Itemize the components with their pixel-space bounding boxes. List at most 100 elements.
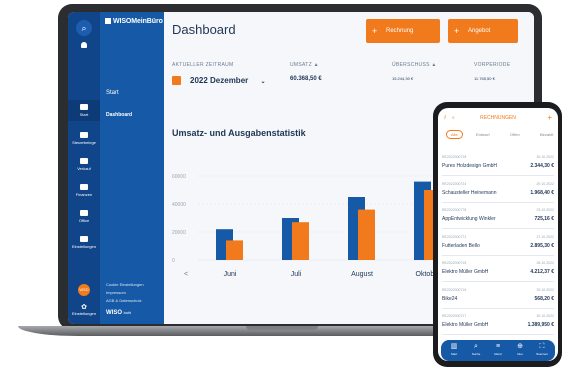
- invoice-row[interactable]: RE2022000715 Elektro Müller GmbH 28.10.202…: [442, 258, 554, 282]
- customer-name: Elektro Müller GmbH: [442, 322, 489, 328]
- y-tick-label: 0: [172, 258, 175, 264]
- y-tick-label: 20000: [172, 230, 186, 236]
- customer-name: Futterladen Bello: [442, 242, 480, 249]
- customer-name: Bike24: [442, 295, 458, 302]
- invoice-amount: 2.344,30 €: [530, 163, 554, 169]
- umsatz-label: UMSATZ ▲: [290, 62, 319, 68]
- new-invoice-button[interactable]: + Rechnung: [366, 19, 440, 43]
- search-icon[interactable]: ⌕: [76, 20, 92, 36]
- customer-name: Pures Holzdesign GmbH: [442, 163, 498, 169]
- invoice-number: RE2022000717: [442, 314, 467, 318]
- nav-neu[interactable]: ⊕ Neu: [511, 342, 529, 356]
- customer-name: Elektro Müller GmbH: [442, 269, 489, 275]
- brand-logo: WISO buhl: [106, 310, 132, 316]
- nav-scannen[interactable]: ⛶ Scannen: [533, 342, 551, 356]
- invoice-date: 27.10.2022: [536, 234, 554, 239]
- page-title: Dashboard: [172, 22, 236, 37]
- document-icon: [80, 158, 88, 164]
- invoice-number: RE2022000778: [442, 208, 467, 212]
- invoice-date: 29.10.2022: [536, 287, 554, 292]
- invoice-amount: 4.212,37 €: [530, 269, 554, 275]
- briefcase-icon: [80, 210, 88, 216]
- invoice-amount: 1.389,950 €: [527, 322, 554, 328]
- invoice-number: RE2022000718: [442, 155, 467, 159]
- tab-entwurf[interactable]: Entwurf: [476, 132, 490, 137]
- gear-icon: ✿: [81, 304, 87, 311]
- nav-start[interactable]: ▥ Start: [445, 342, 463, 356]
- app-logo[interactable]: WISOMeinBüro: [105, 18, 163, 25]
- phone-tabs: Alle Entwurf Offen Bezahlt: [438, 130, 558, 144]
- invoice-date: 29.10.2022: [536, 181, 554, 186]
- invoice-row[interactable]: RE2022000778 AppEntwicklung Winkler 23.10.…: [442, 205, 554, 229]
- invoice-row[interactable]: RE2022000716 Bike24 29.10.2022 568,20 €: [442, 285, 554, 309]
- agb-link[interactable]: AGB & Datenschutz: [106, 298, 142, 303]
- filter-icon[interactable]: ⫽: [444, 108, 446, 128]
- bar: [226, 240, 243, 260]
- tab-alle[interactable]: Alle: [446, 130, 463, 139]
- invoice-row[interactable]: RE2022000724 Schausteller Heinemann 29.10.…: [442, 179, 554, 203]
- rail-settings[interactable]: ✿ Einstellungen: [68, 304, 100, 316]
- rail-item-verkauf[interactable]: Verkauf: [68, 158, 100, 171]
- tab-offen[interactable]: Offen: [510, 132, 520, 137]
- scan-icon: ⛶: [539, 343, 545, 350]
- add-icon[interactable]: +: [547, 108, 552, 128]
- invoice-number: RE2022000715: [442, 261, 467, 265]
- bar: [358, 209, 375, 260]
- impressum-link[interactable]: Impressum: [106, 290, 126, 295]
- plus-circle-icon: ⊕: [517, 343, 523, 350]
- invoice-amount: 568,20 €: [534, 295, 554, 302]
- x-tick-label: Juni: [224, 271, 237, 278]
- bell-icon[interactable]: [68, 42, 100, 50]
- rail-item-office[interactable]: Office: [68, 210, 100, 223]
- sub-sidebar: WISOMeinBüro Start Dashboard Cookie Eins…: [100, 12, 164, 324]
- umsatz-value: 60.368,50 €: [290, 76, 322, 82]
- invoice-row[interactable]: RE2022000718 Pures Holzdesign GmbH 30.10.2…: [442, 152, 554, 176]
- y-tick-label: 60000: [172, 174, 186, 180]
- bar: [292, 222, 309, 260]
- invoice-number: RE2022000724: [442, 181, 467, 186]
- invoice-number: RE2022000771: [442, 234, 467, 239]
- phone-screen: ⫽ ⌕ RECHNUNGEN + Alle Entwurf Offen Beza…: [438, 108, 558, 361]
- customer-name: AppEntwicklung Winkler: [442, 216, 496, 222]
- invoice-amount: 1.968,40 €: [530, 189, 554, 196]
- cookie-link[interactable]: Cookie Einstellungen: [106, 282, 144, 287]
- period-label: AKTUELLER ZEITRAUM: [172, 62, 234, 68]
- prev-arrow-icon[interactable]: <: [184, 271, 188, 278]
- icon-rail: ⌕ Start Steuerbelege Verkauf Finanzen Of…: [68, 12, 100, 324]
- nav-menu[interactable]: ≡ Menü: [489, 342, 507, 356]
- vorperiode-label: VORPERIODE: [474, 62, 511, 68]
- grid-icon: [80, 236, 88, 242]
- subnav-dashboard[interactable]: Dashboard: [106, 112, 132, 118]
- invoice-amount: 2.895,30 €: [530, 242, 554, 249]
- ueberschuss-label: ÜBERSCHUSS ▲: [392, 62, 437, 68]
- search-icon[interactable]: ⌕: [452, 108, 455, 128]
- menu-icon: ≡: [495, 343, 501, 350]
- invoice-number: RE2022000716: [442, 287, 467, 292]
- rail-item-start[interactable]: Start: [68, 100, 100, 121]
- invoice-row[interactable]: RE2022000771 Futterladen Bello 27.10.2022 2…: [442, 232, 554, 256]
- laptop-notch: [246, 326, 318, 330]
- bank-icon: [80, 184, 88, 190]
- chevron-down-icon: ⌄: [260, 79, 266, 85]
- period-select[interactable]: 2022 Dezember ⌄: [190, 76, 266, 85]
- x-tick-label: Juli: [291, 271, 302, 278]
- tab-bezahlt[interactable]: Bezahlt: [540, 132, 553, 137]
- device-mockup: ⌕ Start Steuerbelege Verkauf Finanzen Of…: [0, 0, 562, 369]
- new-offer-button[interactable]: + Angebot: [448, 19, 518, 43]
- rail-item-steuerbelege[interactable]: Steuerbelege: [68, 132, 100, 145]
- customer-name: Schausteller Heinemann: [442, 189, 497, 196]
- phone-header: ⫽ ⌕ RECHNUNGEN +: [438, 108, 558, 128]
- person-icon: [80, 132, 88, 138]
- calendar-icon: [172, 76, 181, 85]
- rail-item-finanzen[interactable]: Finanzen: [68, 184, 100, 197]
- invoice-date: 30.10.2022: [536, 314, 554, 318]
- subnav-start[interactable]: Start: [106, 90, 119, 96]
- home-icon: [80, 104, 88, 110]
- nav-suche[interactable]: ⌕ Suche: [467, 342, 485, 356]
- invoice-row[interactable]: RE2022000717 Elektro Müller GmbH 30.10.202…: [442, 311, 554, 335]
- y-tick-label: 40000: [172, 202, 186, 208]
- rail-item-einstellungen[interactable]: Einstellungen: [68, 236, 100, 249]
- chart-title: Umsatz- und Ausgabenstatistik: [172, 128, 306, 138]
- invoice-date: 28.10.2022: [536, 261, 554, 265]
- user-avatar[interactable]: WSD: [78, 284, 90, 296]
